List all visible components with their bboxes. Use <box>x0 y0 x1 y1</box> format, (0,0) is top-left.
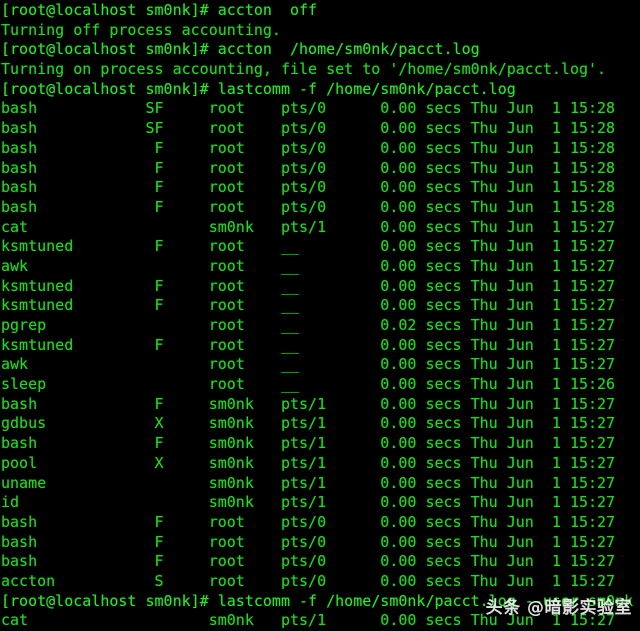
terminal-screen[interactable]: [root@localhost sm0nk]# accton off Turnin… <box>0 0 640 631</box>
lastcomm-row: bash F root pts/0 0.00 secs Thu Jun 1 15… <box>1 197 616 216</box>
prompt-line: [root@localhost sm0nk]# lastcomm -f /hom… <box>1 79 516 98</box>
prompt-line: [root@localhost sm0nk]# accton /home/sm0… <box>1 40 480 59</box>
lastcomm-row: bash F root pts/0 0.00 secs Thu Jun 1 15… <box>1 138 616 157</box>
lastcomm-row: pool X sm0nk pts/1 0.00 secs Thu Jun 1 1… <box>1 453 616 472</box>
lastcomm-row: ksmtuned F root __ 0.00 secs Thu Jun 1 1… <box>1 237 616 256</box>
lastcomm-row: uname sm0nk pts/1 0.00 secs Thu Jun 1 15… <box>1 473 616 492</box>
lastcomm-row: awk root __ 0.00 secs Thu Jun 1 15:27 <box>1 355 616 374</box>
lastcomm-row: ksmtuned F root __ 0.00 secs Thu Jun 1 1… <box>1 335 616 354</box>
lastcomm-row: ksmtuned F root __ 0.00 secs Thu Jun 1 1… <box>1 276 616 295</box>
terminal-output: [root@localhost sm0nk]# accton off Turnin… <box>1 1 640 631</box>
lastcomm-row: ksmtuned F root __ 0.00 secs Thu Jun 1 1… <box>1 296 616 315</box>
output-line: Turning off process accounting. <box>1 20 281 39</box>
lastcomm-row: sleep root __ 0.00 secs Thu Jun 1 15:26 <box>1 375 616 394</box>
output-line: Turning on process accounting, file set … <box>1 60 607 79</box>
lastcomm-row: bash F sm0nk pts/1 0.00 secs Thu Jun 1 1… <box>1 434 616 453</box>
lastcomm-row: id sm0nk pts/1 0.00 secs Thu Jun 1 15:27 <box>1 493 616 512</box>
prompt-line: [root@localhost sm0nk]# accton off <box>1 1 318 19</box>
prompt-line: [root@localhost sm0nk]# lastcomm -f /hom… <box>1 591 634 610</box>
lastcomm-row: bash F root pts/0 0.00 secs Thu Jun 1 15… <box>1 512 616 531</box>
lastcomm-row: bash SF root pts/0 0.00 secs Thu Jun 1 1… <box>1 119 616 138</box>
lastcomm-row: bash F root pts/0 0.00 secs Thu Jun 1 15… <box>1 552 616 571</box>
lastcomm-row: bash F sm0nk pts/1 0.00 secs Thu Jun 1 1… <box>1 394 616 413</box>
lastcomm-row: bash SF root pts/0 0.00 secs Thu Jun 1 1… <box>1 99 616 118</box>
lastcomm-row: awk root __ 0.00 secs Thu Jun 1 15:27 <box>1 256 616 275</box>
lastcomm-row: gdbus X sm0nk pts/1 0.00 secs Thu Jun 1 … <box>1 414 616 433</box>
lastcomm-row: bash F root pts/0 0.00 secs Thu Jun 1 15… <box>1 158 616 177</box>
lastcomm-row: bash F root pts/0 0.00 secs Thu Jun 1 15… <box>1 178 616 197</box>
lastcomm-row: cat sm0nk pts/1 0.00 secs Thu Jun 1 15:2… <box>1 217 616 236</box>
lastcomm-row: pgrep root __ 0.02 secs Thu Jun 1 15:27 <box>1 316 616 334</box>
lastcomm-row: bash F root pts/0 0.00 secs Thu Jun 1 15… <box>1 532 616 551</box>
lastcomm-row: cat sm0nk pts/1 0.00 secs Thu Jun 1 15:2… <box>1 611 616 630</box>
lastcomm-row: accton S root pts/0 0.00 secs Thu Jun 1 … <box>1 571 616 590</box>
